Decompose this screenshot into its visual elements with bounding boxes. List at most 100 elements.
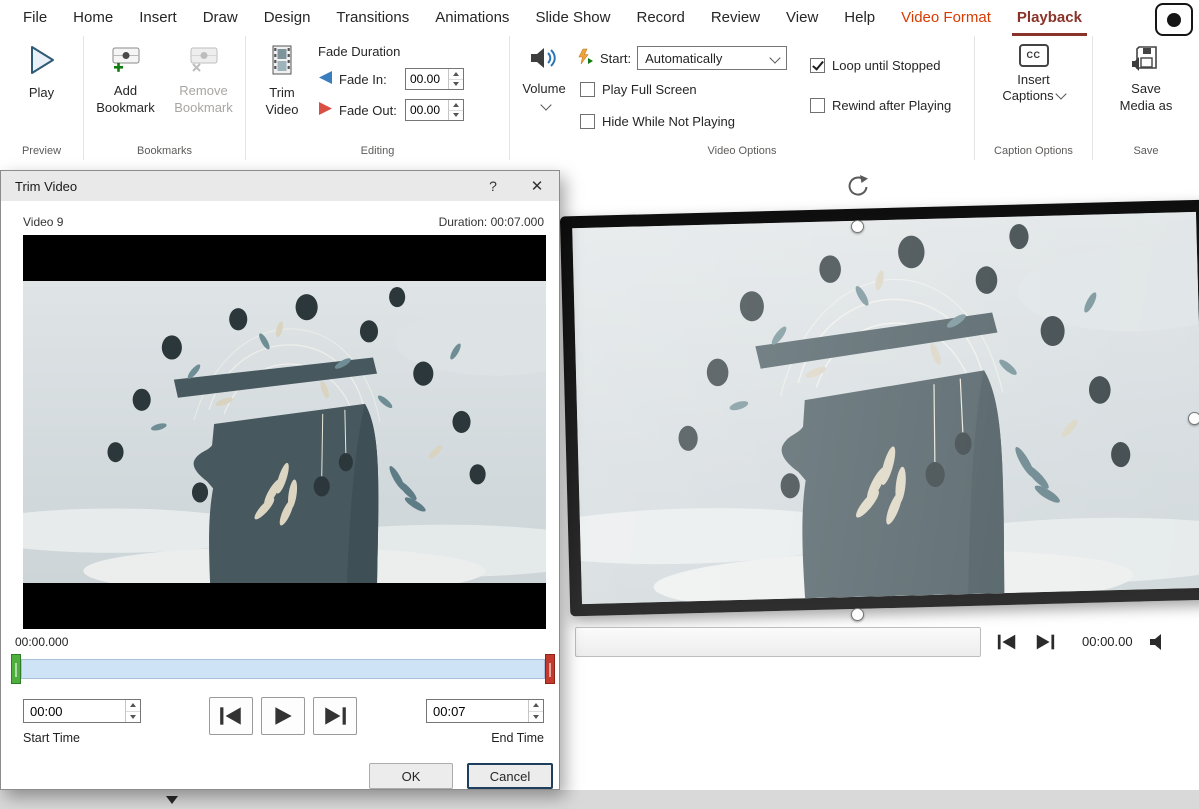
checkbox-hide-while-not-playing[interactable]: Hide While Not Playing xyxy=(580,114,735,129)
checkbox-play-full-screen[interactable]: Play Full Screen xyxy=(580,82,697,97)
tab-draw[interactable]: Draw xyxy=(190,0,251,36)
resize-handle-top[interactable] xyxy=(851,220,864,233)
save-media-button[interactable]: Save Media as xyxy=(1101,36,1191,160)
dialog-title-bar: Trim Video ? ✕ xyxy=(1,171,559,201)
end-time-stepper[interactable] xyxy=(528,700,543,722)
tab-design[interactable]: Design xyxy=(251,0,324,36)
group-video-options: Volume Start: Automatically Play Full Sc… xyxy=(510,36,975,160)
group-bookmarks: Add Bookmark Remove Bookmark Bookmarks xyxy=(84,36,246,160)
chevron-down-icon xyxy=(1055,89,1066,100)
add-bookmark-button[interactable]: Add Bookmark xyxy=(89,36,163,160)
slide-video-screen xyxy=(572,212,1199,604)
media-prev-frame-button[interactable] xyxy=(996,632,1018,652)
duration-label: Duration: 00:07.000 xyxy=(439,215,544,229)
tab-transitions[interactable]: Transitions xyxy=(323,0,422,36)
play-pause-button[interactable] xyxy=(261,697,305,735)
fade-in-stepper[interactable] xyxy=(448,69,463,89)
tab-slide-show[interactable]: Slide Show xyxy=(522,0,623,36)
next-frame-button[interactable] xyxy=(313,697,357,735)
volume-button[interactable]: Volume xyxy=(518,42,570,109)
media-volume-icon[interactable] xyxy=(1148,631,1168,653)
play-icon xyxy=(271,705,295,727)
prev-frame-button[interactable] xyxy=(209,697,253,735)
group-editing: Trim Video Fade Duration Fade In: xyxy=(246,36,510,160)
group-save: Save Media as Save xyxy=(1093,36,1199,160)
cc-icon: CC xyxy=(1019,44,1049,67)
remove-bookmark-button[interactable]: Remove Bookmark xyxy=(167,36,241,160)
chevron-down-icon xyxy=(540,99,551,110)
checkbox-icon xyxy=(810,58,825,73)
fade-out-input[interactable] xyxy=(406,100,448,120)
help-button[interactable]: ? xyxy=(471,171,515,201)
video-name: Video 9 xyxy=(23,215,63,229)
start-time-label: Start Time xyxy=(23,731,80,745)
fade-out-field xyxy=(405,99,464,121)
play-label: Play xyxy=(29,85,54,101)
next-frame-icon xyxy=(322,705,348,727)
slide-video-art xyxy=(572,212,1199,604)
media-progress-bar[interactable] xyxy=(575,627,981,657)
cancel-button[interactable]: Cancel xyxy=(467,763,553,789)
end-time-input[interactable] xyxy=(427,700,528,722)
start-label: Start: xyxy=(600,51,631,66)
spin-down-icon xyxy=(453,113,459,117)
start-row: Start: Automatically xyxy=(576,46,787,70)
tab-animations[interactable]: Animations xyxy=(422,0,522,36)
rotate-handle[interactable] xyxy=(844,174,870,200)
remove-bookmark-label: Remove Bookmark xyxy=(167,83,241,116)
spin-down-icon xyxy=(453,82,459,86)
end-time-label: End Time xyxy=(426,731,544,745)
group-preview: Play Preview xyxy=(0,36,84,160)
camera-icon[interactable] xyxy=(1155,3,1193,36)
fade-in-input[interactable] xyxy=(406,69,448,89)
tab-review[interactable]: Review xyxy=(698,0,773,36)
volume-label: Volume xyxy=(522,81,565,97)
save-group-label: Save xyxy=(1093,145,1199,157)
start-trigger-icon xyxy=(576,48,594,68)
tab-record[interactable]: Record xyxy=(623,0,697,36)
camera-lens-icon xyxy=(1167,13,1181,27)
fade-duration-label: Fade Duration xyxy=(318,44,464,59)
trim-slider-track[interactable] xyxy=(21,659,545,679)
speaker-icon xyxy=(529,44,559,76)
tab-file[interactable]: File xyxy=(10,0,60,36)
resize-handle-bottom[interactable] xyxy=(851,608,864,621)
resize-handle-right[interactable] xyxy=(1188,412,1199,425)
tab-video-format[interactable]: Video Format xyxy=(888,0,1004,36)
start-time-stepper[interactable] xyxy=(125,700,140,722)
media-next-frame-button[interactable] xyxy=(1034,632,1056,652)
play-icon xyxy=(28,44,56,80)
start-dropdown-value: Automatically xyxy=(645,51,722,66)
prev-frame-icon xyxy=(218,705,244,727)
start-time-input[interactable] xyxy=(24,700,125,722)
trim-end-handle[interactable] xyxy=(545,654,555,684)
trim-video-dialog: Trim Video ? ✕ Video 9 Duration: 00:07.0… xyxy=(0,170,560,790)
close-button[interactable]: ✕ xyxy=(515,171,559,201)
fade-in-label: Fade In: xyxy=(339,72,399,87)
chevron-down-icon xyxy=(769,52,780,63)
checkbox-rewind-after-playing[interactable]: Rewind after Playing xyxy=(810,98,951,113)
media-time: 00:00.00 xyxy=(1082,634,1133,649)
checkbox-loop-until-stopped[interactable]: Loop until Stopped xyxy=(810,58,940,73)
start-dropdown[interactable]: Automatically xyxy=(637,46,787,70)
menu-bar: File Home Insert Draw Design Transitions… xyxy=(0,0,1199,36)
tab-view[interactable]: View xyxy=(773,0,831,36)
trim-start-handle[interactable] xyxy=(11,654,21,684)
spin-down-icon xyxy=(130,715,136,719)
pane-splitter-arrow[interactable] xyxy=(166,796,178,804)
tab-home[interactable]: Home xyxy=(60,0,126,36)
trim-video-label: Trim Video xyxy=(254,85,310,118)
ok-button[interactable]: OK xyxy=(369,763,453,789)
play-button[interactable]: Play xyxy=(0,36,83,102)
slide-video-frame[interactable] xyxy=(560,200,1199,617)
trim-video-button[interactable]: Trim Video xyxy=(254,42,310,118)
tab-playback[interactable]: Playback xyxy=(1004,0,1095,36)
checkbox-icon xyxy=(580,114,595,129)
fade-out-stepper[interactable] xyxy=(448,100,463,120)
end-time-field xyxy=(426,699,544,723)
tab-help[interactable]: Help xyxy=(831,0,888,36)
checkbox-icon xyxy=(580,82,595,97)
insert-captions-button[interactable]: CC Insert Captions xyxy=(989,36,1079,160)
caption-options-group-label: Caption Options xyxy=(975,145,1092,157)
tab-insert[interactable]: Insert xyxy=(126,0,190,36)
